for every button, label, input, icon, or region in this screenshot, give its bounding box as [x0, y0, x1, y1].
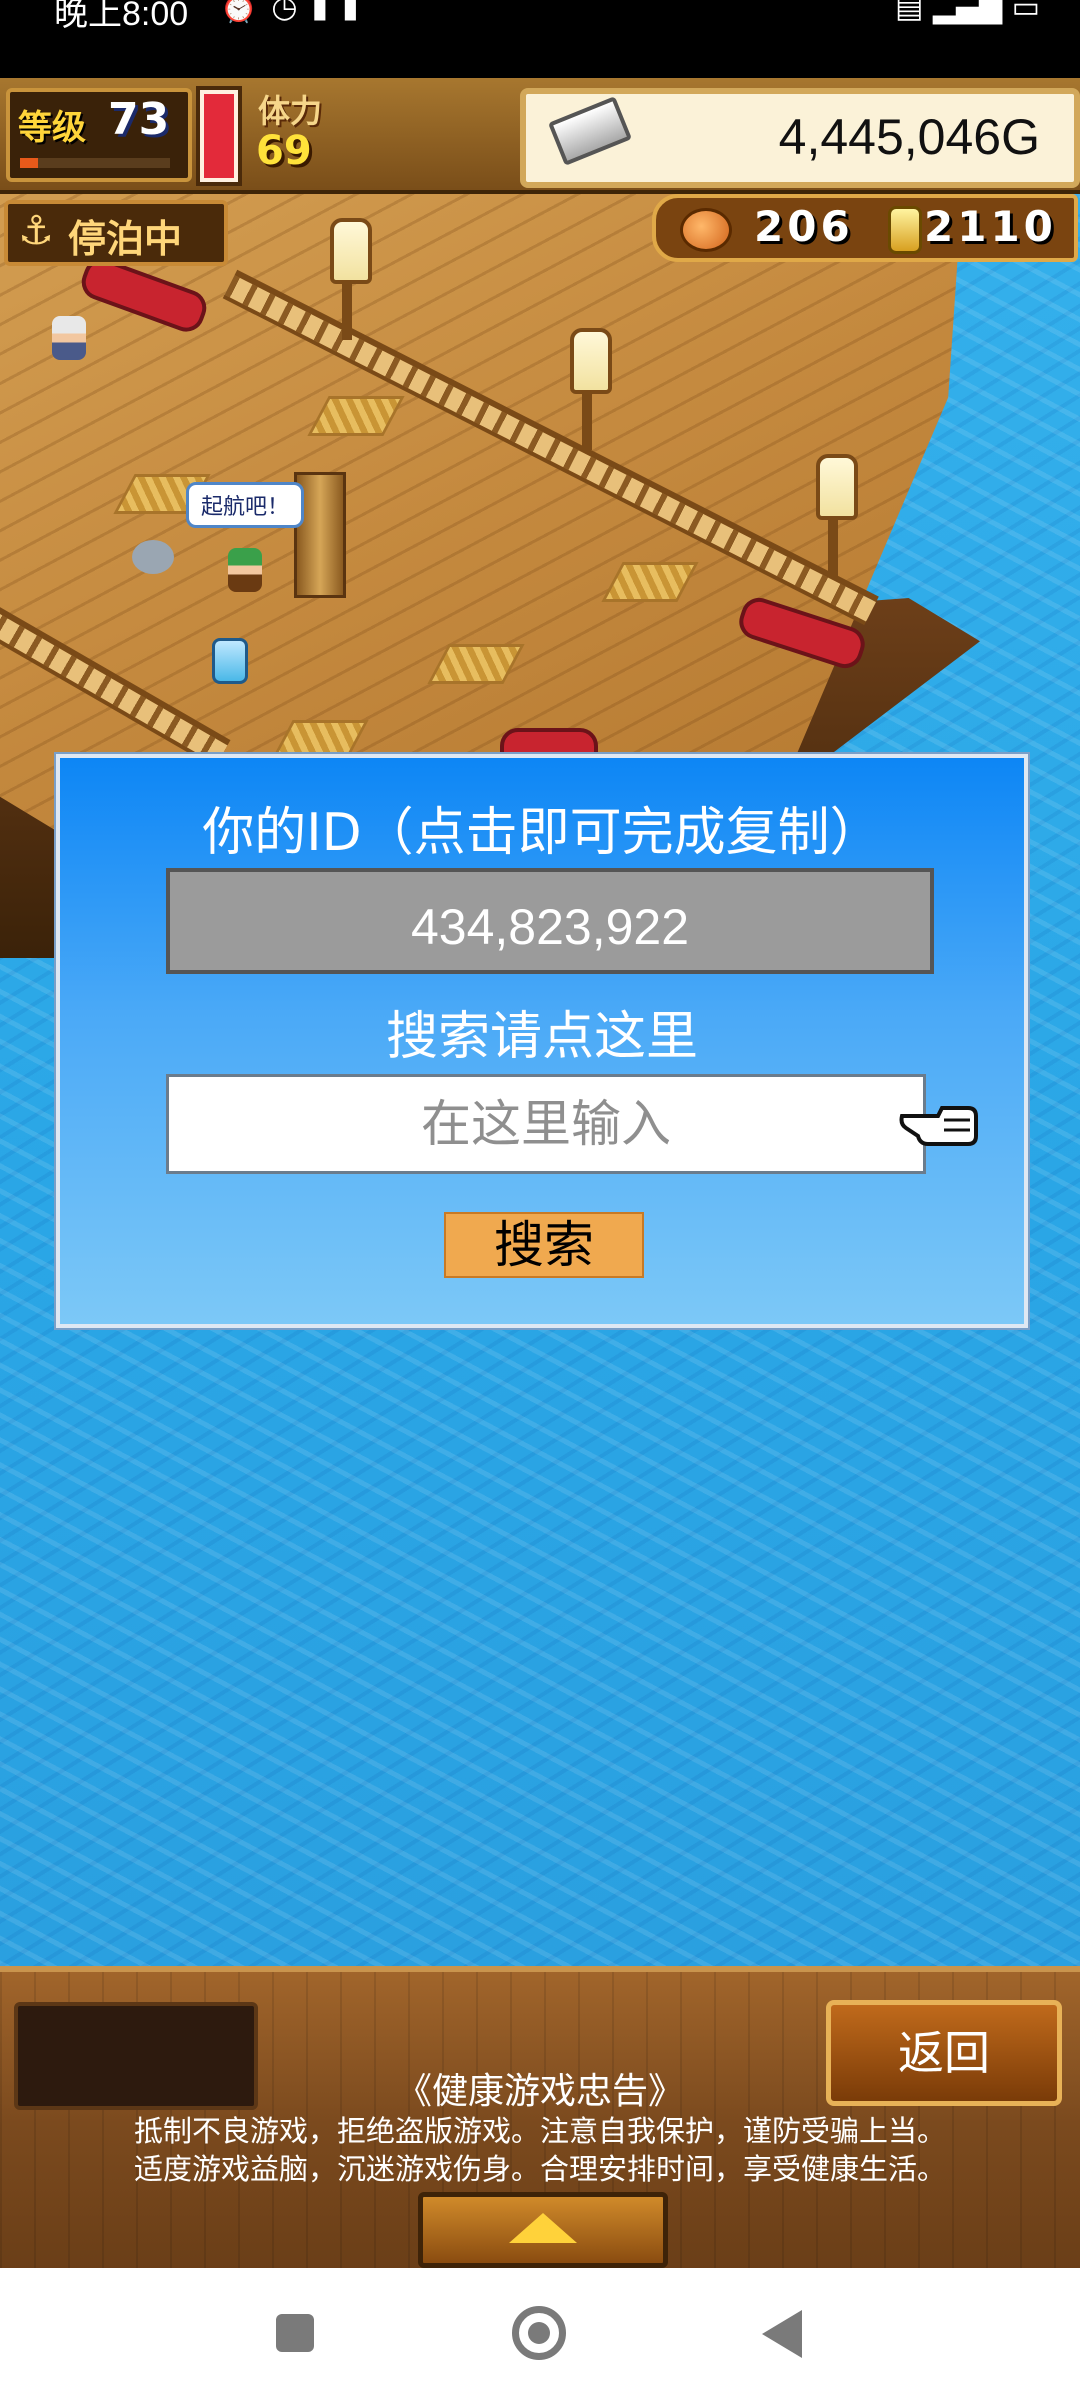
- stamina-gauge: [200, 90, 238, 182]
- system-nav-bar: [0, 2268, 1080, 2400]
- deck-lamp: [816, 454, 858, 576]
- resource-a-value: 206: [754, 202, 854, 251]
- gold-panel: 4,445,046G: [520, 88, 1080, 188]
- health-notice-title: 《健康游戏忠告》: [395, 2071, 684, 2112]
- level-value: 73: [108, 94, 170, 145]
- id-copy-box[interactable]: 434,823,922: [166, 868, 934, 974]
- back-icon[interactable]: [762, 2310, 802, 2358]
- potion-item[interactable]: [212, 638, 248, 684]
- pointing-hand-icon: [899, 1106, 978, 1146]
- search-title: 搜索请点这里: [385, 1007, 698, 1067]
- friend-search-dialog: 你的ID（点击即可完成复制） 434,823,922 搜索请点这里 搜索: [56, 754, 1028, 1328]
- stamina-label: 体力: [258, 92, 323, 130]
- bottom-panel: 返回 《健康游戏忠告》 抵制不良游戏，拒绝盗版游戏。注意自我保护，谨防受骗上当。…: [0, 1966, 1080, 2274]
- deck-lamp: [570, 328, 612, 450]
- silver-bar-icon: [548, 96, 632, 166]
- anchor-icon: ⚓: [18, 208, 54, 254]
- anchor-status-text: 停泊中: [68, 217, 183, 261]
- cat-character[interactable]: [132, 540, 174, 574]
- level-box: 等级 73: [6, 88, 192, 182]
- stamina-value: 69: [256, 128, 312, 174]
- medal-icon: [888, 206, 922, 254]
- experience-bar: [20, 158, 170, 168]
- resource-panel: 206 2110: [652, 194, 1078, 262]
- deck-lamp: [330, 218, 372, 340]
- recent-apps-icon[interactable]: [276, 2314, 314, 2352]
- speech-bubble: 起航吧！: [186, 482, 305, 528]
- notification-icons: ⏰◷▮▮: [220, 0, 373, 25]
- food-icon: [680, 208, 732, 252]
- resource-b-value: 2110: [924, 202, 1057, 251]
- search-input[interactable]: [166, 1074, 926, 1174]
- crew-character[interactable]: [52, 316, 86, 360]
- id-title: 你的ID（点击即可完成复制）: [202, 803, 882, 863]
- status-bar: 晚上8:00 ⏰◷▮▮ ▤ ▂▄▆ ▭: [0, 0, 1080, 78]
- status-time: 晚上8:00: [54, 0, 189, 33]
- health-notice-line-2: 适度游戏益脑，沉迷游戏伤身。合理安排时间，享受健康生活。: [133, 2152, 946, 2186]
- anchor-status-badge: ⚓ 停泊中: [4, 200, 228, 266]
- search-button[interactable]: 搜索: [444, 1212, 644, 1278]
- gold-value: 4,445,046G: [778, 109, 1040, 165]
- expand-menu-button[interactable]: [418, 2192, 668, 2268]
- arrow-up-icon: [509, 2213, 577, 2243]
- signal-battery-icons: ▤ ▂▄▆ ▭: [895, 0, 1040, 25]
- experience-bar-fill: [20, 158, 38, 168]
- health-notice-line-1: 抵制不良游戏，拒绝盗版游戏。注意自我保护，谨防受骗上当。: [133, 2114, 946, 2148]
- captain-character[interactable]: [228, 548, 262, 592]
- player-id-value: 434,823,922: [410, 899, 690, 955]
- home-icon[interactable]: [512, 2306, 566, 2360]
- hud-top-bar: 等级 73 体力 69 4,445,046G: [0, 78, 1080, 194]
- level-label: 等级: [18, 108, 86, 148]
